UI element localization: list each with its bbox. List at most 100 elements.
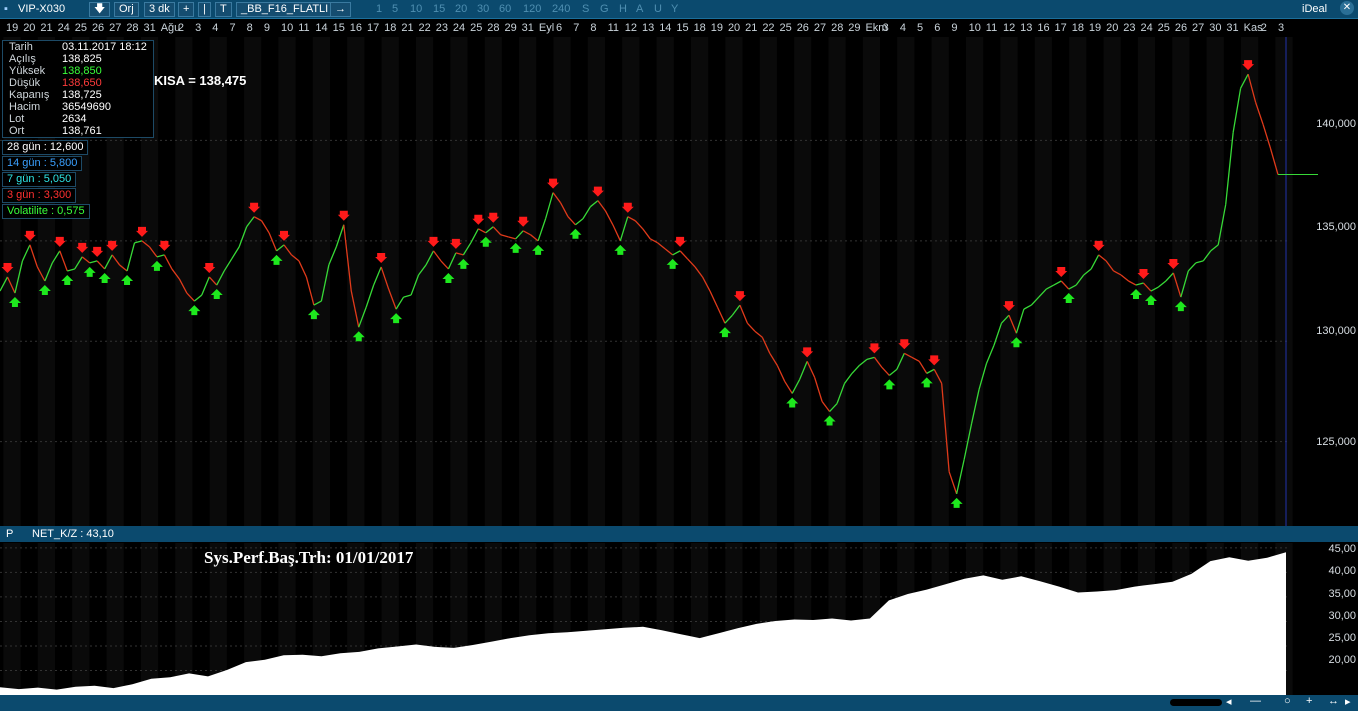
- day-band: [1000, 37, 1018, 526]
- performance-title: Sys.Perf.Baş.Trh: 01/01/2017: [204, 548, 414, 567]
- period-1[interactable]: 1: [376, 2, 382, 16]
- day-band: [794, 37, 812, 526]
- day-band: [1241, 37, 1259, 526]
- buy-signal-icon: [883, 379, 896, 390]
- date-tick: 2: [177, 22, 185, 34]
- symbol-name[interactable]: VIP-X030: [18, 2, 65, 16]
- period-5[interactable]: 5: [392, 2, 398, 16]
- date-tick: 11: [298, 22, 310, 34]
- date-tick: 3: [882, 22, 889, 34]
- date-tick: 23: [1123, 22, 1136, 34]
- stat-7-day: 7 gün : 5,050: [2, 172, 77, 187]
- t-button[interactable]: T: [215, 2, 232, 17]
- price-segment: [642, 228, 651, 240]
- price-segment: [1090, 254, 1100, 270]
- date-tick: 2: [1260, 22, 1267, 34]
- price-segment: [403, 294, 412, 298]
- template-button[interactable]: _BB_F16_FLATLI: [236, 2, 334, 17]
- price-segment: [784, 381, 793, 394]
- symbol-icon: ▪: [4, 3, 8, 15]
- price-segment: [716, 306, 726, 324]
- date-tick: 24: [57, 22, 70, 34]
- date-tick: 14: [659, 22, 672, 34]
- date-tick: Kas: [1243, 22, 1263, 34]
- date-tick: 25: [470, 22, 483, 34]
- net-kz-label: NET_K/Z : 43,10: [32, 528, 114, 540]
- perf-tick: 40,00: [1328, 565, 1356, 577]
- date-tick: 3: [1278, 22, 1285, 34]
- scroll-left-icon[interactable]: ◂: [1226, 695, 1232, 708]
- down-arrow-icon[interactable]: 🡇: [89, 2, 111, 17]
- info-key: Düşük: [9, 77, 41, 89]
- date-tick: 21: [401, 22, 414, 34]
- sell-signal-icon: [674, 236, 687, 247]
- close-icon[interactable]: ✕: [1340, 1, 1354, 15]
- period-g[interactable]: G: [600, 2, 609, 16]
- zoom-in-icon[interactable]: +: [1306, 695, 1312, 707]
- day-band: [1206, 37, 1224, 526]
- date-tick: 7: [229, 22, 236, 34]
- scrollbar-thumb[interactable]: [1170, 699, 1222, 706]
- period-h[interactable]: H: [619, 2, 627, 16]
- price-segment: [821, 401, 831, 412]
- date-tick: 6: [934, 22, 941, 34]
- day-band: [244, 37, 262, 526]
- sell-signal-icon: [1055, 267, 1068, 277]
- zoom-out-icon[interactable]: —: [1250, 695, 1261, 707]
- ohlc-info-panel: Tarih 03.11.2017 18:12 Açılış 138,825 Yüksek…: [2, 40, 154, 138]
- right-arrow-icon[interactable]: →: [330, 2, 351, 17]
- period-240[interactable]: 240: [552, 2, 570, 16]
- date-tick: 17: [366, 22, 380, 34]
- price-segment: [544, 192, 554, 219]
- period-u[interactable]: U: [654, 2, 662, 16]
- period-a[interactable]: A: [636, 2, 643, 16]
- day-band: [1275, 37, 1293, 526]
- scroll-right-icon[interactable]: ▸: [1345, 695, 1351, 708]
- period-20[interactable]: 20: [455, 2, 467, 16]
- period-120[interactable]: 120: [523, 2, 541, 16]
- price-segment: [537, 218, 547, 242]
- date-tick: 28: [126, 22, 139, 34]
- performance-area: [0, 552, 1286, 695]
- price-segment: [1165, 272, 1174, 282]
- price-segment: [298, 260, 308, 278]
- date-tick: 12: [1002, 22, 1016, 34]
- perf-tick: 25,00: [1328, 632, 1356, 644]
- day-band: [1137, 37, 1156, 526]
- price-segment: [918, 360, 928, 374]
- period-10[interactable]: 10: [410, 2, 422, 16]
- info-value: 138,650: [62, 77, 102, 89]
- date-tick: 29: [504, 22, 517, 34]
- day-band: [175, 37, 193, 526]
- price-segment: [1232, 88, 1242, 133]
- fit-icon[interactable]: ↔: [1328, 695, 1339, 707]
- date-tick: 22: [418, 22, 431, 34]
- plus-button[interactable]: +: [178, 2, 195, 17]
- perf-tick: 20,00: [1328, 654, 1356, 666]
- zoom-reset-icon[interactable]: ○: [1284, 695, 1291, 707]
- info-key: Kapanış: [9, 89, 50, 101]
- date-tick: 10: [281, 22, 294, 34]
- pipe-button[interactable]: |: [198, 2, 211, 17]
- info-key: Açılış: [9, 53, 36, 65]
- period-60[interactable]: 60: [499, 2, 511, 16]
- period-y[interactable]: Y: [671, 2, 678, 16]
- date-tick: 31: [143, 22, 156, 34]
- day-band: [1069, 37, 1087, 526]
- day-band: [759, 37, 777, 526]
- price-segment: [96, 260, 106, 270]
- period-30[interactable]: 30: [477, 2, 489, 16]
- day-band: [622, 37, 640, 526]
- period-s[interactable]: S: [582, 2, 589, 16]
- bottom-scrollbar[interactable]: ◂ — ○ + ↔ ▸: [0, 695, 1358, 711]
- price-segment: [268, 232, 278, 252]
- period-button[interactable]: 3 dk: [144, 2, 175, 17]
- panel-p-label[interactable]: P: [6, 528, 13, 540]
- date-axis: 19 20 21 24 25 26 27 28 31 Ağu 2 3 4 7 8 9 10 11 14 15 16 17 1…: [0, 19, 1290, 37]
- orj-button[interactable]: Orj: [114, 2, 139, 17]
- date-tick: 25: [1157, 22, 1170, 34]
- period-15[interactable]: 15: [433, 2, 445, 16]
- stat-3-day: 3 gün : 3,300: [2, 188, 77, 203]
- price-segment: [612, 224, 621, 242]
- day-band: [140, 543, 159, 695]
